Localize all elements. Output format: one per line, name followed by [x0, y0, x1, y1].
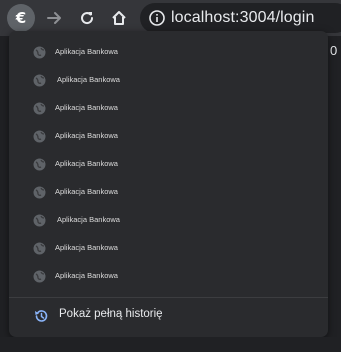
history-item[interactable]: Aplikacja Bankowa: [9, 208, 328, 234]
history-item[interactable]: Aplikacja Bankowa: [9, 124, 328, 150]
url-text[interactable]: localhost:3004/login: [171, 9, 314, 27]
profile-button[interactable]: €: [7, 4, 35, 32]
page-text-fragment: 0: [330, 43, 338, 58]
forward-button[interactable]: [41, 4, 69, 32]
show-full-history-label: Pokaż pełną historię: [59, 308, 163, 320]
show-full-history-button[interactable]: Pokaż pełną historię: [9, 303, 328, 329]
reload-icon: [81, 12, 94, 25]
globe-icon: [33, 270, 46, 283]
history-item-label: Aplikacja Bankowa: [55, 159, 118, 168]
history-item-label: Aplikacja Bankowa: [55, 103, 118, 112]
history-item-label: Aplikacja Bankowa: [57, 215, 120, 224]
home-button[interactable]: [105, 4, 133, 32]
globe-icon: [33, 102, 46, 115]
history-item[interactable]: Aplikacja Bankowa: [9, 68, 328, 94]
globe-icon: [33, 130, 46, 143]
history-item[interactable]: Aplikacja Bankowa: [9, 40, 328, 66]
history-icon: [35, 310, 48, 322]
home-icon: [112, 11, 126, 25]
globe-icon: [33, 186, 46, 199]
page-background: [0, 337, 341, 352]
globe-icon: [33, 214, 46, 227]
reload-button[interactable]: [73, 4, 101, 32]
back-history-menu: Aplikacja Bankowa Aplikacja Bankowa Apli…: [9, 31, 328, 337]
globe-icon: [33, 242, 46, 255]
forward-arrow-icon: [47, 12, 61, 24]
history-item-label: Aplikacja Bankowa: [55, 187, 118, 196]
history-item-label: Aplikacja Bankowa: [55, 243, 118, 252]
history-item[interactable]: Aplikacja Bankowa: [9, 180, 328, 206]
euro-icon: €: [15, 9, 27, 27]
history-item-label: Aplikacja Bankowa: [55, 271, 118, 280]
menu-divider: [9, 297, 328, 298]
globe-icon: [33, 158, 46, 171]
history-item[interactable]: Aplikacja Bankowa: [9, 264, 328, 290]
globe-icon: [33, 46, 46, 59]
history-item[interactable]: Aplikacja Bankowa: [9, 152, 328, 178]
history-item[interactable]: Aplikacja Bankowa: [9, 236, 328, 262]
globe-icon: [33, 74, 46, 87]
info-icon[interactable]: [148, 9, 166, 27]
history-item-label: Aplikacja Bankowa: [55, 47, 118, 56]
history-item-label: Aplikacja Bankowa: [55, 131, 118, 140]
history-item[interactable]: Aplikacja Bankowa: [9, 96, 328, 122]
address-bar[interactable]: localhost:3004/login: [140, 3, 341, 33]
history-item-label: Aplikacja Bankowa: [57, 75, 120, 84]
